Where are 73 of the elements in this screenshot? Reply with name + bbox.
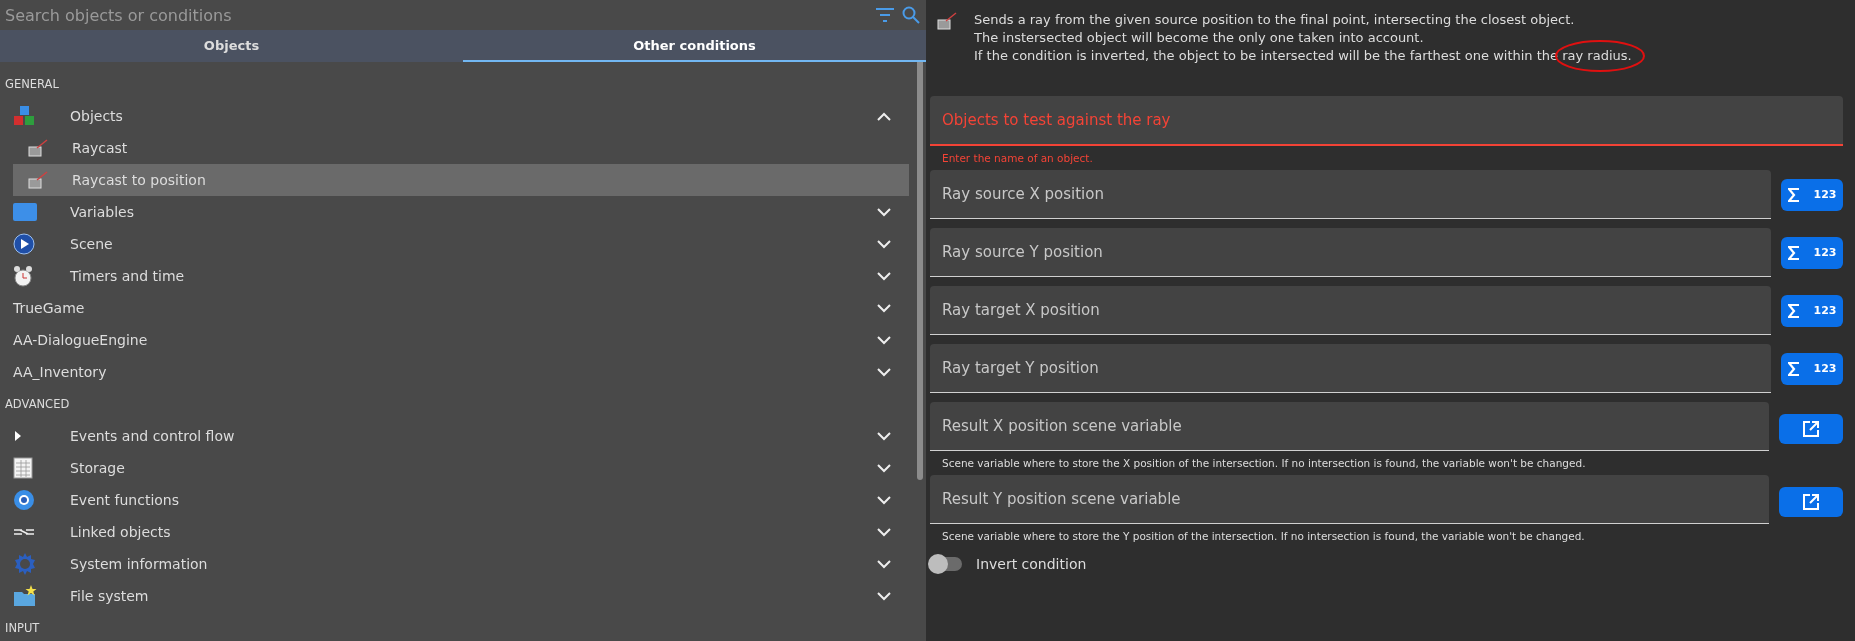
ray-icon [28,171,48,189]
sum-icon [1787,245,1800,260]
input-field[interactable]: Result X position scene variable [930,402,1769,451]
input-field[interactable]: Ray target X position [930,286,1771,335]
chevron-down-icon [877,207,891,217]
settings-icon [13,552,37,576]
ray-icon [28,139,48,157]
chevron-down-icon [877,559,891,569]
open-button[interactable] [1779,413,1843,444]
category-item[interactable]: File system [0,580,917,612]
sum-icon [1787,303,1800,318]
category-item[interactable]: Timers and time [0,260,917,292]
chevron-down-icon [877,303,891,313]
category-item[interactable]: Scene [0,228,917,260]
scrollbar-thumb[interactable] [917,62,923,480]
alarm-clock-icon [13,265,33,287]
category-item[interactable]: Linked objects [0,516,917,548]
expression-button[interactable]: 123 [1781,352,1843,385]
description-text: Sends a ray from the given source position to the final point, intersecting the closest object. [974,12,1575,27]
input-field[interactable]: Result Y position scene variable [930,475,1769,524]
category-item[interactable]: TrueGame [0,292,917,324]
category-item[interactable]: Events and control flow [0,420,917,452]
category-item[interactable]: Event functions [0,484,917,516]
ray-icon [937,12,957,30]
sum-icon [1787,361,1800,376]
error-message: Enter the name of an object. [941,151,1094,164]
folder-star-icon [13,585,37,607]
open-external-icon [1802,419,1820,438]
sum-icon [1787,187,1800,202]
chevron-down-icon [877,271,891,281]
input-field[interactable]: Ray source X position [930,170,1771,219]
condition-item[interactable]: Raycast [13,132,909,164]
chevron-down-icon [877,463,891,473]
chevron-down-icon [877,495,891,505]
open-external-icon [1802,492,1820,511]
input-field[interactable]: Ray target Y position [930,344,1771,393]
expression-button[interactable]: 123 [1781,236,1843,269]
category-item[interactable]: Objects [0,100,917,132]
chevron-down-icon [877,431,891,441]
helper-text: Scene variable where to store the Y position of the intersection. If no intersection is found, the variable won't be changed. [941,529,1586,542]
description-text: The instersected object will become the only one taken into account. [974,30,1424,45]
chevron-down-icon [877,335,891,345]
toggle-label: Invert condition [976,556,1087,572]
table-icon [13,457,33,479]
category-item[interactable]: System information [0,548,917,580]
expression-button[interactable]: 123 [1781,178,1843,211]
cubes-icon [13,105,37,127]
category-item[interactable]: AA-DialogueEngine [0,324,917,356]
section-header: ADVANCED [4,396,71,413]
expression-button[interactable]: 123 [1781,294,1843,327]
chain-icon [13,526,35,538]
toggle-switch[interactable] [930,557,962,571]
play-arrow-icon [13,430,23,442]
open-button[interactable] [1779,486,1843,517]
tab[interactable]: Objects [0,30,463,62]
chevron-up-icon [877,111,891,121]
search-field[interactable]: Search objects or conditions [5,5,868,25]
section-header: INPUT [4,620,41,637]
helper-text: Scene variable where to store the X position of the intersection. If no intersection is found, the variable won't be changed. [941,456,1587,469]
chevron-down-icon [877,239,891,249]
category-item[interactable]: AA_Inventory [0,356,917,388]
input-field[interactable]: Ray source Y position [930,228,1771,277]
chevron-down-icon [877,367,891,377]
category-item[interactable]: Variables [0,196,917,228]
play-icon [13,233,35,255]
category-item[interactable]: Storage [0,452,917,484]
chevron-down-icon [877,591,891,601]
search-icon [902,6,920,24]
section-header: GENERAL [4,76,60,93]
chevron-down-icon [877,527,891,537]
tab[interactable]: Other conditions [463,30,926,62]
condition-item[interactable]: Raycast to position [13,164,909,196]
filter-icon [876,8,894,22]
